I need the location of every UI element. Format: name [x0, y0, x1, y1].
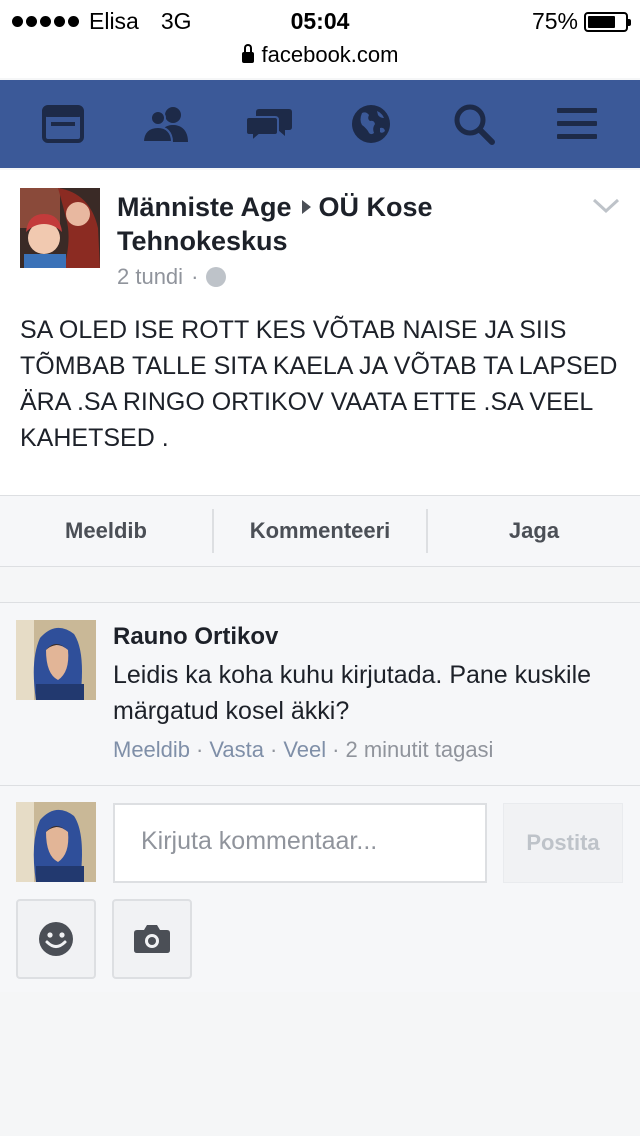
top-nav-bar [0, 80, 640, 168]
menu-icon[interactable] [545, 92, 609, 156]
post-timestamp[interactable]: 2 tundi [117, 264, 183, 290]
globe-icon [206, 267, 227, 287]
url-text: facebook.com [261, 42, 399, 67]
comment-like-link[interactable]: Meeldib [113, 737, 190, 762]
post-header: Männiste Age OÜ Kose Tehnokeskus [117, 190, 577, 258]
post-body: SA OLED ISE ROTT KES VÕTAB NAISE JA SIIS… [20, 316, 618, 452]
post-author-name[interactable]: Männiste Age [117, 192, 292, 222]
comment-input[interactable]: Kirjuta kommentaar... [113, 803, 487, 883]
meta-separator: · [270, 737, 278, 762]
emoji-button[interactable] [16, 899, 96, 979]
camera-icon [134, 925, 170, 953]
notifications-globe-icon[interactable] [339, 92, 403, 156]
meta-separator: · [196, 737, 204, 762]
share-button[interactable]: Jaga [428, 518, 640, 544]
comment-more-link[interactable]: Veel [283, 737, 326, 762]
friends-icon[interactable] [134, 92, 198, 156]
news-feed-icon[interactable] [31, 92, 95, 156]
chevron-down-icon[interactable] [592, 198, 620, 219]
meta-separator: · [332, 737, 340, 762]
comment-actions: Meeldib · Vasta · Veel · 2 minutit tagasi [113, 737, 493, 763]
post-author-avatar[interactable] [20, 188, 100, 268]
messages-icon[interactable] [237, 92, 301, 156]
status-bar: Elisa 3G 05:04 75% facebook.com [0, 0, 640, 78]
comment-timestamp: 2 minutit tagasi [345, 737, 494, 762]
comment-body: Leidis ka koha kuhu kirjutada. Pane kusk… [113, 661, 592, 725]
battery-icon [584, 11, 631, 32]
composer-avatar [16, 802, 96, 882]
smiley-icon [39, 922, 73, 956]
post-card: Männiste Age OÜ Kose Tehnokeskus 2 tundi … [0, 170, 640, 495]
battery-fill [588, 15, 615, 28]
search-icon[interactable] [442, 92, 506, 156]
address-bar[interactable]: facebook.com [0, 42, 640, 68]
comment-reply-link[interactable]: Vasta [209, 737, 264, 762]
comment-author-avatar[interactable] [16, 620, 96, 700]
photo-button[interactable] [112, 899, 192, 979]
battery-percent: 75% [531, 8, 578, 34]
post-meta: 2 tundi · [117, 264, 227, 290]
post-actions-bar: Meeldib Kommenteeri Jaga [0, 495, 640, 567]
status-right: 75% [531, 8, 631, 35]
post-comment-button[interactable]: Postita [503, 803, 623, 883]
lock-icon [241, 44, 254, 63]
divider [0, 785, 640, 786]
arrow-right-icon [301, 200, 311, 214]
comments-section: Rauno Ortikov Leidis ka koha kuhu kirjut… [0, 602, 640, 992]
meta-separator: · [191, 264, 199, 289]
like-button[interactable]: Meeldib [0, 518, 212, 544]
comment-author-name[interactable]: Rauno Ortikov [113, 623, 278, 651]
comment-button[interactable]: Kommenteeri [214, 518, 426, 544]
